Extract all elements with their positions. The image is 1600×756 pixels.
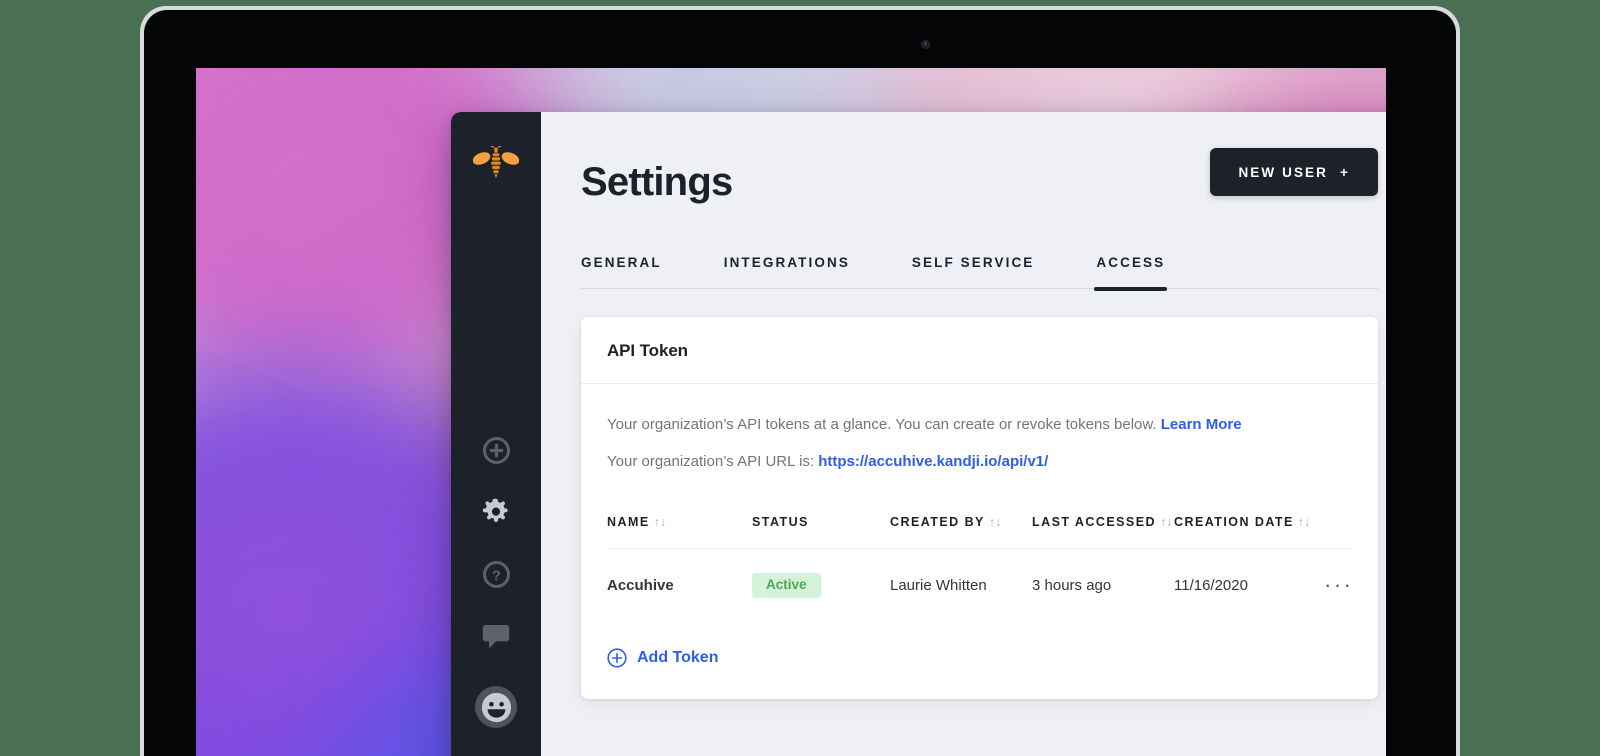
cell-token-name: Accuhive [607, 548, 752, 620]
smiley-face-avatar-icon[interactable] [475, 686, 517, 728]
add-token-label: Add Token [637, 648, 719, 666]
sort-arrows-icon[interactable]: ↑↓ [654, 515, 667, 529]
cell-actions: ··· [1324, 548, 1352, 620]
laptop-device: ? Settings NEW USER + GENERAL INTEGRATIO… [140, 6, 1460, 756]
plus-circle-icon[interactable] [480, 434, 512, 466]
cell-creation-date: 11/16/2020 [1174, 548, 1324, 620]
learn-more-link[interactable]: Learn More [1161, 416, 1242, 433]
settings-tabs: GENERAL INTEGRATIONS SELF SERVICE ACCESS [581, 255, 1378, 291]
svg-text:?: ? [491, 567, 500, 584]
new-user-button[interactable]: NEW USER + [1210, 148, 1378, 196]
sidebar-icon-list: ? [451, 434, 541, 728]
api-tokens-description-text: Your organization’s API tokens at a glan… [607, 416, 1161, 433]
table-row[interactable]: Accuhive Active Laurie Whitten 3 hours a… [607, 548, 1352, 620]
cell-status: Active [752, 548, 890, 620]
api-url-link[interactable]: https://accuhive.kandji.io/api/v1/ [818, 453, 1048, 470]
app-main-content: Settings NEW USER + GENERAL INTEGRATIONS… [541, 112, 1386, 756]
gear-icon[interactable] [480, 496, 512, 528]
tab-integrations[interactable]: INTEGRATIONS [724, 255, 850, 288]
webcam-icon [921, 40, 930, 49]
column-header-status: STATUS [752, 511, 890, 549]
sort-arrows-icon[interactable]: ↑↓ [989, 515, 1002, 529]
card-title: API Token [581, 317, 1378, 384]
question-circle-icon[interactable]: ? [480, 558, 512, 590]
app-sidebar: ? [451, 112, 541, 756]
column-header-last-accessed[interactable]: LAST ACCESSED ↑↓ [1032, 511, 1174, 549]
plus-circle-icon [607, 648, 627, 668]
api-tokens-table: NAME ↑↓ STATUS CREATED BY ↑↓ LAST ACCESSED… [607, 511, 1352, 620]
bee-logo-icon[interactable] [451, 146, 541, 186]
page-title: Settings [581, 160, 733, 204]
tab-general[interactable]: GENERAL [581, 255, 662, 288]
api-url-description: Your organization’s API URL is: https://… [607, 451, 1352, 474]
column-label: NAME [607, 515, 650, 529]
sort-arrows-icon[interactable]: ↑↓ [1160, 515, 1173, 529]
column-header-created-by[interactable]: CREATED BY ↑↓ [890, 511, 1032, 549]
column-label: CREATED BY [890, 515, 985, 529]
laptop-bezel: ? Settings NEW USER + GENERAL INTEGRATIO… [144, 10, 1456, 756]
row-menu-icon[interactable]: ··· [1324, 574, 1352, 596]
column-label: LAST ACCESSED [1032, 515, 1156, 529]
column-label: CREATION DATE [1174, 515, 1294, 529]
plus-icon: + [1340, 164, 1350, 180]
chat-bubble-icon[interactable] [480, 620, 512, 652]
status-badge: Active [752, 573, 821, 598]
column-label: STATUS [752, 515, 809, 529]
cell-last-accessed: 3 hours ago [1032, 548, 1174, 620]
app-window: ? Settings NEW USER + GENERAL INTEGRATIO… [451, 112, 1386, 756]
api-tokens-description: Your organization’s API tokens at a glan… [607, 414, 1352, 437]
sort-arrows-icon[interactable]: ↑↓ [1298, 515, 1311, 529]
cell-created-by: Laurie Whitten [890, 548, 1032, 620]
column-header-creation-date[interactable]: CREATION DATE ↑↓ [1174, 511, 1324, 549]
desktop-screen: ? Settings NEW USER + GENERAL INTEGRATIO… [196, 68, 1386, 756]
api-token-card: API Token Your organization’s API tokens… [581, 317, 1378, 699]
new-user-button-label: NEW USER [1238, 164, 1329, 180]
page-background: ? Settings NEW USER + GENERAL INTEGRATIO… [0, 0, 1600, 756]
api-url-label: Your organization’s API URL is: [607, 452, 819, 470]
table-header-row: NAME ↑↓ STATUS CREATED BY ↑↓ LAST ACCESSED… [607, 511, 1352, 549]
tab-access[interactable]: ACCESS [1094, 255, 1168, 291]
column-header-name[interactable]: NAME ↑↓ [607, 511, 752, 549]
column-header-actions [1324, 511, 1352, 549]
card-body: Your organization’s API tokens at a glan… [581, 384, 1378, 699]
tab-self-service[interactable]: SELF SERVICE [912, 255, 1034, 288]
page-topbar: Settings NEW USER + [581, 112, 1378, 202]
add-token-button[interactable]: Add Token [607, 648, 718, 668]
